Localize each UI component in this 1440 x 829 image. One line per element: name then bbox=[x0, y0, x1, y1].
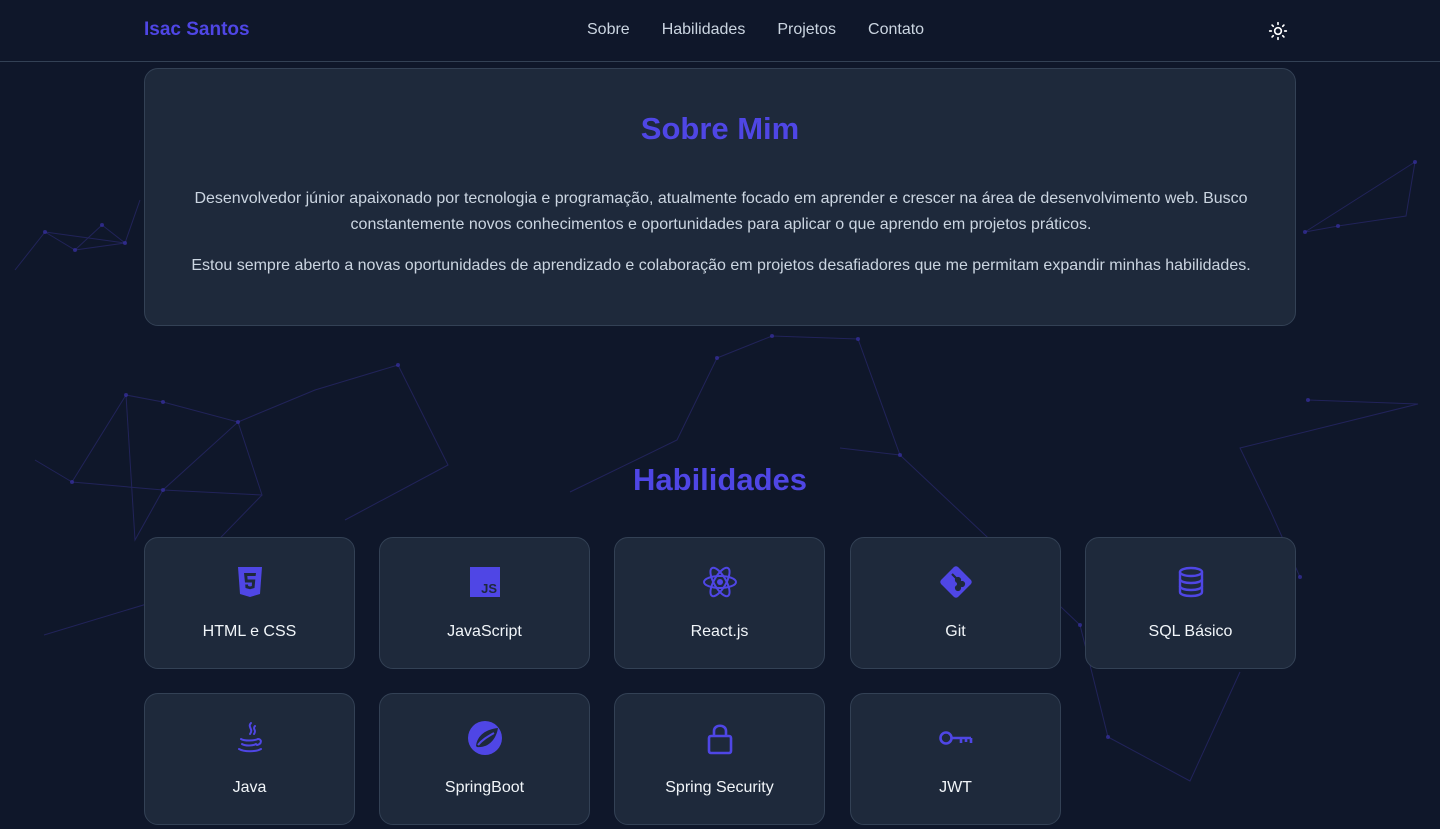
git-icon bbox=[936, 564, 976, 600]
nav-link-habilidades[interactable]: Habilidades bbox=[662, 21, 746, 39]
skill-label: Java bbox=[232, 779, 267, 796]
skill-card-spring-security[interactable]: Spring Security bbox=[614, 693, 825, 825]
theme-toggle-button[interactable] bbox=[1266, 19, 1290, 43]
about-paragraph-1: Desenvolvedor júnior apaixonado por tecn… bbox=[194, 190, 1248, 233]
about-title: Sobre Mim bbox=[640, 111, 800, 146]
lock-icon bbox=[700, 720, 740, 756]
react-icon bbox=[700, 564, 740, 600]
nav-links: Sobre Habilidades Projetos Contato bbox=[587, 21, 924, 39]
javascript-icon: JS bbox=[465, 564, 505, 600]
skill-card-html-css[interactable]: HTML e CSS bbox=[144, 537, 355, 669]
navbar: Isac Santos Sobre Habilidades Projetos C… bbox=[0, 0, 1440, 62]
skills-title: Habilidades bbox=[633, 462, 807, 497]
skill-card-java[interactable]: Java bbox=[144, 693, 355, 825]
svg-text:JS: JS bbox=[481, 581, 497, 596]
brand-logo[interactable]: Isac Santos bbox=[144, 19, 250, 41]
skill-label: React.js bbox=[690, 623, 749, 640]
database-icon bbox=[1171, 564, 1211, 600]
html5-icon bbox=[230, 564, 270, 600]
nav-link-contato[interactable]: Contato bbox=[868, 21, 924, 39]
spring-icon bbox=[465, 720, 505, 756]
skill-label: JavaScript bbox=[447, 623, 522, 640]
skill-label: SQL Básico bbox=[1148, 623, 1233, 640]
nav-link-sobre[interactable]: Sobre bbox=[587, 21, 630, 39]
about-section: Sobre Mim Desenvolvedor júnior apaixonad… bbox=[144, 68, 1296, 326]
skill-label: Spring Security bbox=[665, 779, 774, 796]
skill-label: SpringBoot bbox=[444, 779, 525, 796]
java-icon bbox=[230, 720, 270, 756]
skill-card-jwt[interactable]: JWT bbox=[850, 693, 1061, 825]
skill-label: Git bbox=[945, 623, 966, 640]
skill-card-springboot[interactable]: SpringBoot bbox=[379, 693, 590, 825]
skill-label: JWT bbox=[939, 779, 972, 796]
skill-card-sql[interactable]: SQL Básico bbox=[1085, 537, 1296, 669]
about-paragraph-2: Estou sempre aberto a novas oportunidade… bbox=[191, 257, 1251, 274]
skill-card-git[interactable]: Git bbox=[850, 537, 1061, 669]
skill-card-react[interactable]: React.js bbox=[614, 537, 825, 669]
key-icon bbox=[936, 720, 976, 756]
nav-link-projetos[interactable]: Projetos bbox=[777, 21, 836, 39]
skill-card-javascript[interactable]: JS JavaScript bbox=[379, 537, 590, 669]
skill-label: HTML e CSS bbox=[202, 623, 297, 640]
sun-icon bbox=[1268, 21, 1288, 41]
